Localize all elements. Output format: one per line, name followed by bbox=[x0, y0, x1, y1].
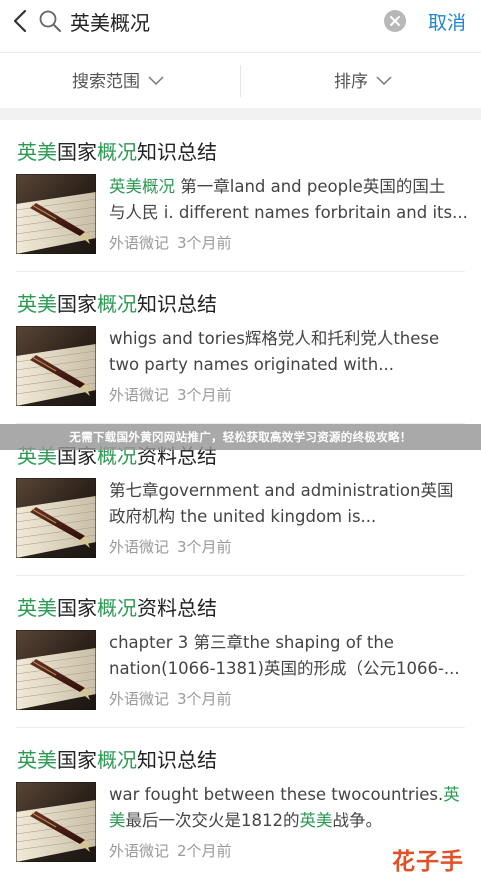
result-time: 3个月前 bbox=[177, 234, 232, 252]
result-snippet: whigs and tories辉格党人和托利党人these two party… bbox=[109, 329, 440, 374]
result-time: 3个月前 bbox=[177, 690, 232, 708]
result-meta: 外语微记 3个月前 bbox=[109, 536, 232, 557]
result-meta: 外语微记 3个月前 bbox=[109, 384, 232, 405]
result-time: 3个月前 bbox=[177, 538, 232, 556]
sort-dropdown[interactable]: 排序 bbox=[334, 67, 392, 92]
filter-divider bbox=[240, 65, 241, 97]
book-pen-thumbnail bbox=[16, 174, 96, 254]
overlay-banner-text: 无需下载国外黄冈网站推广，轻松获取高效学习资源的终极攻略！ bbox=[69, 430, 412, 444]
search-input[interactable]: 英美概况 bbox=[70, 7, 150, 36]
result-snippet: 英美概况 第一章land and people英国的国土 与人民 i. diff… bbox=[109, 177, 468, 222]
result-source: 外语微记 bbox=[109, 690, 170, 708]
clear-search-icon[interactable] bbox=[384, 10, 406, 32]
result-time: 2个月前 bbox=[177, 842, 232, 860]
book-pen-thumbnail bbox=[16, 630, 96, 710]
filter-bar: 搜索范围 排序 bbox=[0, 52, 481, 108]
book-pen-thumbnail bbox=[16, 478, 96, 558]
result-title[interactable]: 英美国家概况知识总结 bbox=[17, 288, 217, 317]
result-title[interactable]: 英美国家概况知识总结 bbox=[17, 744, 217, 773]
search-scope-dropdown[interactable]: 搜索范围 bbox=[72, 67, 164, 92]
search-icon bbox=[39, 10, 61, 32]
result-item[interactable]: 英美国家概况知识总结 英美概况 第一章land and people英国的国土 … bbox=[0, 120, 481, 272]
result-time: 3个月前 bbox=[177, 386, 232, 404]
result-snippet: war fought between these twocountries.英 … bbox=[109, 785, 460, 830]
result-item[interactable]: 英美国家概况知识总结 whigs and tories辉格党人和托利党人thes… bbox=[0, 272, 481, 424]
watermark-logo: 花子手游 bbox=[392, 849, 464, 874]
overlay-banner: 无需下载国外黄冈网站推广，轻松获取高效学习资源的终极攻略！ bbox=[0, 424, 481, 450]
book-pen-thumbnail bbox=[16, 326, 96, 406]
sort-label: 排序 bbox=[334, 72, 368, 92]
result-snippet: chapter 3 第三章the shaping of the nation(1… bbox=[109, 633, 460, 678]
result-snippet: 第七章government and administration英国 政府机构 … bbox=[109, 481, 454, 526]
cancel-button[interactable]: 取消 bbox=[428, 8, 466, 35]
result-meta: 外语微记 2个月前 bbox=[109, 840, 232, 861]
section-gap bbox=[0, 108, 481, 120]
result-source: 外语微记 bbox=[109, 234, 170, 252]
result-source: 外语微记 bbox=[109, 842, 170, 860]
chevron-down-icon bbox=[376, 75, 392, 85]
search-bar: 英美概况 取消 bbox=[0, 0, 481, 44]
result-source: 外语微记 bbox=[109, 538, 170, 556]
result-meta: 外语微记 3个月前 bbox=[109, 688, 232, 709]
chevron-down-icon bbox=[148, 75, 164, 85]
search-scope-label: 搜索范围 bbox=[72, 72, 140, 92]
back-arrow-icon[interactable] bbox=[10, 8, 32, 34]
result-source: 外语微记 bbox=[109, 386, 170, 404]
result-item[interactable]: 英美国家概况资料总结 chapter 3 第三章the shaping of t… bbox=[0, 576, 481, 728]
result-meta: 外语微记 3个月前 bbox=[109, 232, 232, 253]
book-pen-thumbnail bbox=[16, 782, 96, 862]
result-title[interactable]: 英美国家概况资料总结 bbox=[17, 592, 217, 621]
result-title[interactable]: 英美国家概况知识总结 bbox=[17, 136, 217, 165]
